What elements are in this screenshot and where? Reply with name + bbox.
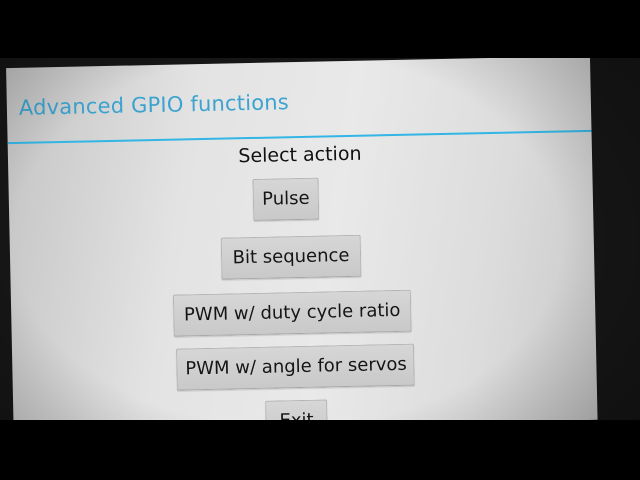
device-frame: Advanced GPIO functions Select action Pu… [0,58,640,420]
letterbox-top [0,0,640,60]
device-screen: Advanced GPIO functions Select action Pu… [6,58,598,420]
dialog-title: Advanced GPIO functions [18,90,290,120]
bit-sequence-button[interactable]: Bit sequence [220,234,362,280]
letterbox-bottom [0,420,640,480]
pwm-servo-angle-button[interactable]: PWM w/ angle for servos [175,343,415,391]
select-action-label: Select action [238,142,362,168]
dialog-header: Advanced GPIO functions [6,58,591,142]
pwm-duty-cycle-button[interactable]: PWM w/ duty cycle ratio [172,289,412,337]
dialog-body: Select action Pulse Bit sequence PWM w/ … [8,132,598,420]
exit-button[interactable]: Exit [265,399,328,420]
pulse-button[interactable]: Pulse [252,177,320,221]
